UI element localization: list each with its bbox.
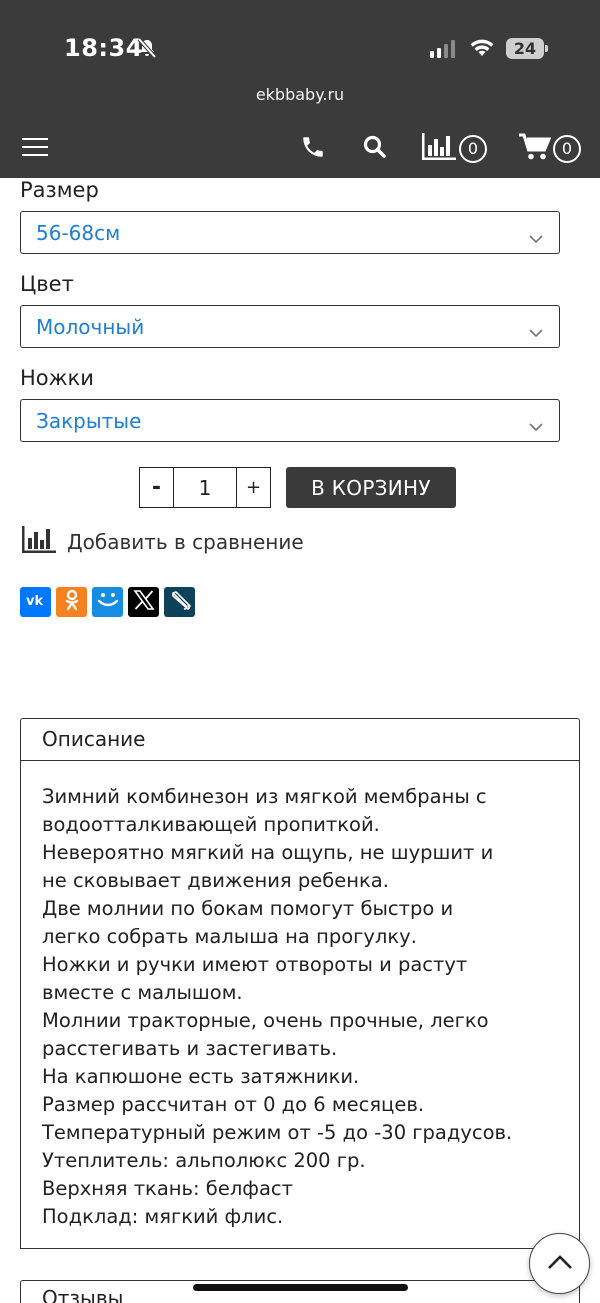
cart-count-badge: 0 — [553, 135, 581, 163]
compare-count-badge: 0 — [459, 135, 487, 163]
color-select[interactable]: Молочный — [20, 305, 560, 348]
description-line: Ножки и ручки имеют отвороты и растут — [42, 953, 468, 976]
description-line: Две молнии по бокам помогут быстро и — [42, 897, 454, 920]
description-line: Температурный режим от -5 до -30 градусо… — [42, 1121, 513, 1144]
quantity-decrease-button[interactable]: - — [140, 468, 174, 507]
quantity-input[interactable] — [174, 468, 236, 507]
battery-tip — [545, 45, 548, 52]
share-vk-button[interactable]: vk — [20, 587, 51, 617]
description-line: Подклад: мягкий флис. — [42, 1205, 284, 1228]
description-line: вместе с малышом. — [42, 981, 243, 1004]
tab-description[interactable]: Описание — [20, 718, 580, 761]
chevron-down-icon — [529, 413, 543, 437]
add-to-compare-link[interactable]: Добавить в сравнение — [21, 526, 304, 558]
description-panel: Зимний комбинезон из мягкой мембраны с в… — [20, 760, 580, 1249]
bell-slash-icon — [136, 37, 158, 63]
description-line: Молнии тракторные, очень прочные, легко — [42, 1009, 489, 1032]
chevron-up-icon — [547, 1254, 573, 1274]
description-line: Зимний комбинезон из мягкой мембраны с — [42, 785, 487, 808]
menu-button[interactable] — [22, 128, 48, 170]
description-line: Невероятно мягкий на ощупь, не шуршит и — [42, 841, 494, 864]
cart-icon — [519, 133, 552, 165]
x-icon — [132, 589, 155, 615]
chevron-down-icon — [529, 319, 543, 343]
description-line: Размер рассчитан от 0 до 6 месяцев. — [42, 1093, 425, 1116]
color-select-value: Молочный — [36, 314, 145, 339]
quantity-stepper: - + — [139, 467, 271, 508]
legs-select-value: Закрытые — [36, 408, 142, 433]
share-livejournal-button[interactable] — [164, 587, 195, 617]
browser-chrome: 18:34 24 ekbbaby.ru 0 0 — [0, 0, 600, 178]
menu-icon — [22, 137, 48, 161]
description-line: не сковывает движения ребенка. — [42, 869, 389, 892]
status-time: 18:34 — [64, 34, 143, 62]
quantity-increase-button[interactable]: + — [236, 468, 270, 507]
share-buttons: vk — [20, 587, 195, 617]
signal-icon — [430, 40, 455, 58]
size-label: Размер — [20, 178, 99, 202]
wifi-icon — [469, 37, 495, 61]
search-button[interactable] — [362, 128, 388, 170]
compare-nav-button[interactable]: 0 — [421, 128, 487, 170]
compare-chart-icon — [21, 526, 57, 558]
legs-select[interactable]: Закрытые — [20, 399, 560, 442]
site-navbar: 0 0 — [0, 120, 600, 178]
description-line: На капюшоне есть затяжники. — [42, 1065, 360, 1088]
phone-icon — [300, 134, 326, 164]
phone-button[interactable] — [300, 128, 326, 170]
add-to-compare-label: Добавить в сравнение — [67, 530, 304, 554]
description-line: Утеплитель: альполюкс 200 гр. — [42, 1149, 366, 1172]
search-icon — [362, 134, 388, 164]
size-select-value: 56-68см — [36, 220, 121, 245]
share-x-button[interactable] — [128, 587, 159, 617]
share-ok-button[interactable] — [56, 587, 87, 617]
description-line: легко собрать малыша на прогулку. — [42, 925, 417, 948]
livejournal-icon — [169, 589, 191, 615]
home-indicator — [193, 1284, 408, 1291]
description-line: Верхняя ткань: белфаст — [42, 1177, 293, 1200]
url-bar[interactable]: ekbbaby.ru — [0, 85, 600, 104]
legs-label: Ножки — [20, 366, 94, 390]
description-line: водоотталкивающей пропиткой. — [42, 813, 380, 836]
vk-icon: vk — [26, 593, 46, 611]
color-label: Цвет — [20, 272, 74, 296]
cart-nav-button[interactable]: 0 — [519, 128, 581, 170]
compare-chart-icon — [421, 133, 457, 165]
size-select[interactable]: 56-68см — [20, 211, 560, 254]
scroll-to-top-button[interactable] — [529, 1233, 590, 1294]
description-line: расстегивать и застегивать. — [42, 1037, 338, 1060]
battery-icon: 24 — [506, 38, 544, 59]
moimir-icon — [97, 591, 119, 613]
chevron-down-icon — [529, 225, 543, 249]
share-moimir-button[interactable] — [92, 587, 123, 617]
svg-text:vk: vk — [26, 594, 43, 607]
ok-icon — [64, 589, 80, 615]
add-to-cart-button[interactable]: В КОРЗИНУ — [286, 467, 456, 508]
